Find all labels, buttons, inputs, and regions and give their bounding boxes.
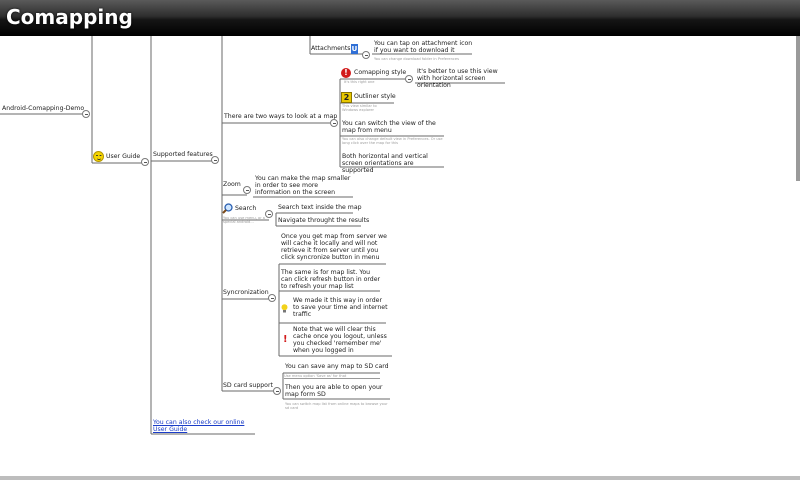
switch-view-note: You can also change default view in Pref… xyxy=(342,137,443,145)
magnifier-icon xyxy=(222,203,233,214)
collapse-toggle-attachments[interactable] xyxy=(362,51,370,59)
paperclip-icon[interactable]: U xyxy=(351,44,358,54)
two-ways-node[interactable]: There are two ways to look at a map xyxy=(224,113,337,120)
vertical-scrollbar[interactable] xyxy=(796,36,800,181)
sd-save-note: Use menu option 'Save as' for that xyxy=(284,374,380,379)
online-guide-link[interactable]: You can also check our online User Guide xyxy=(153,419,257,433)
mind-map-canvas[interactable]: Android-Comapping-Demo User Guide Suppor… xyxy=(0,36,796,476)
collapse-toggle-supported-features[interactable] xyxy=(211,156,219,164)
stop-icon: ! xyxy=(341,68,351,78)
comapping-style-node[interactable]: Comapping style xyxy=(354,69,406,76)
collapse-toggle-two-ways[interactable] xyxy=(330,119,338,127)
zoom-tip-node[interactable]: You can make the map smaller in order to… xyxy=(255,175,355,196)
title-bar: Comapping xyxy=(0,0,800,36)
sd-open-node[interactable]: Then you are able to open your map form … xyxy=(285,384,391,398)
collapse-toggle-search[interactable] xyxy=(265,210,273,218)
smiley-icon xyxy=(93,151,104,162)
collapse-toggle-root[interactable] xyxy=(82,110,90,118)
collapse-toggle-user-guide[interactable] xyxy=(141,158,149,166)
bottom-edge xyxy=(0,476,800,480)
better-horizontal-node[interactable]: It's better to use this view with horizo… xyxy=(417,68,509,89)
outliner-style-node[interactable]: Outliner style xyxy=(354,93,396,100)
attachments-node[interactable]: Attachments xyxy=(311,45,351,52)
search-note: You can use menu, or a special android..… xyxy=(223,216,266,224)
sd-open-note: You can switch map list from online maps… xyxy=(285,402,388,410)
sync-save-node[interactable]: We made it this way in order to save you… xyxy=(293,297,389,318)
zoom-node[interactable]: Zoom xyxy=(223,181,241,188)
sync-node[interactable]: Syncronization xyxy=(223,289,269,296)
supported-features-node[interactable]: Supported features xyxy=(153,151,213,158)
lightbulb-icon xyxy=(281,304,288,313)
connector-lines xyxy=(0,36,505,435)
collapse-toggle-sync[interactable] xyxy=(268,294,276,302)
both-orientations-node[interactable]: Both horizontal and vertical screen orie… xyxy=(342,153,446,174)
collapse-toggle-comapping-style[interactable] xyxy=(405,75,413,83)
switch-view-node[interactable]: You can switch the view of the map from … xyxy=(342,120,446,134)
attachment-tip-node[interactable]: You can tap on attachment icon if you wa… xyxy=(374,40,474,54)
sync-clear-node[interactable]: Note that we will clear this cache once … xyxy=(293,326,393,354)
search-text-node[interactable]: Search text inside the map xyxy=(278,204,362,211)
exclamation-icon: ! xyxy=(283,334,288,345)
root-node[interactable]: Android-Comapping-Demo xyxy=(2,105,84,112)
sd-card-node[interactable]: SD card support xyxy=(223,382,273,389)
attachment-note: You can change download folder in Prefer… xyxy=(374,57,459,61)
navigate-results-node[interactable]: Navigate throught the results xyxy=(278,217,369,224)
comapping-style-note: It's this right one xyxy=(344,80,375,84)
sync-list-node[interactable]: The same is for map list. You can click … xyxy=(281,269,381,290)
sync-cache-node[interactable]: Once you get map from server we will cac… xyxy=(281,233,387,261)
number-two-icon: 2 xyxy=(341,92,352,103)
outliner-style-note: This view similar to Windows explorer xyxy=(342,104,377,112)
sd-save-node[interactable]: You can save any map to SD card xyxy=(285,363,389,370)
collapse-toggle-zoom[interactable] xyxy=(243,186,251,194)
collapse-toggle-sd-card[interactable] xyxy=(273,387,281,395)
search-node[interactable]: Search xyxy=(235,205,256,212)
user-guide-node[interactable]: User Guide xyxy=(106,153,140,160)
app-title: Comapping xyxy=(6,5,133,29)
